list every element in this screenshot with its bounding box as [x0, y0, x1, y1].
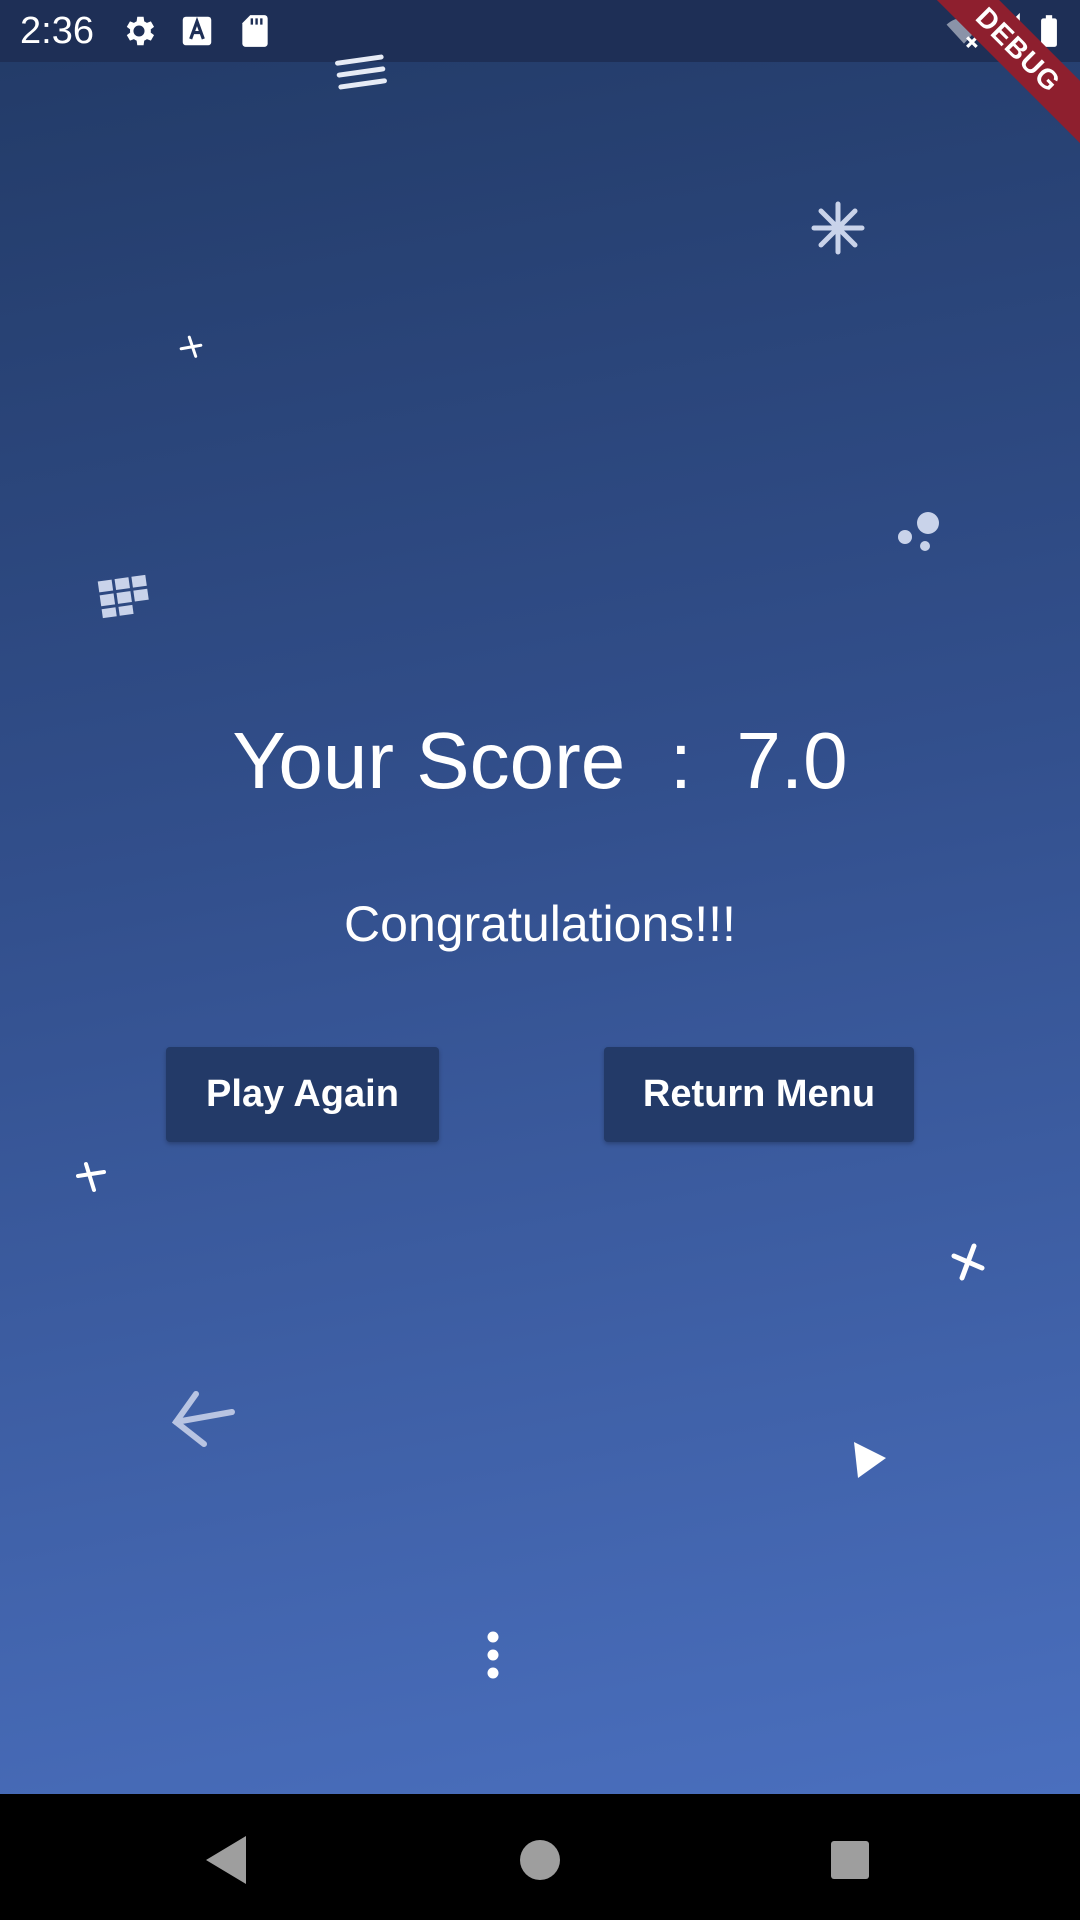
grid-icon — [97, 574, 149, 619]
status-time: 2:36 — [20, 10, 94, 52]
cross-icon — [179, 335, 203, 358]
back-triangle-icon[interactable] — [196, 1830, 256, 1890]
lines-icon — [335, 54, 387, 90]
cross-icon — [951, 1243, 985, 1281]
score-text: Your Score : 7.0 — [232, 716, 848, 805]
navigation-bar — [0, 1794, 1080, 1920]
settings-icon — [126, 16, 155, 46]
snowflake-icon — [811, 201, 865, 255]
game-over-screen: 2:36 DEBUG Your Score: 7.0 Congratulati… — [0, 0, 1080, 1794]
play-triangle-icon — [854, 1442, 886, 1478]
recents-square-icon[interactable] — [820, 1830, 880, 1890]
text-a-icon — [182, 16, 212, 46]
dots-icon — [898, 512, 939, 551]
status-bar: 2:36 — [0, 0, 1080, 62]
cross-icon — [76, 1162, 106, 1192]
congratulations-message: Congratulations!!! — [344, 896, 736, 952]
home-circle-icon[interactable] — [510, 1830, 570, 1890]
play-again-button[interactable]: Play Again — [166, 1047, 439, 1142]
sd-card-icon — [242, 15, 268, 47]
vertical-dots-icon — [487, 1631, 499, 1679]
return-menu-button[interactable]: Return Menu — [604, 1047, 914, 1142]
arrow-left-icon — [171, 1391, 235, 1447]
